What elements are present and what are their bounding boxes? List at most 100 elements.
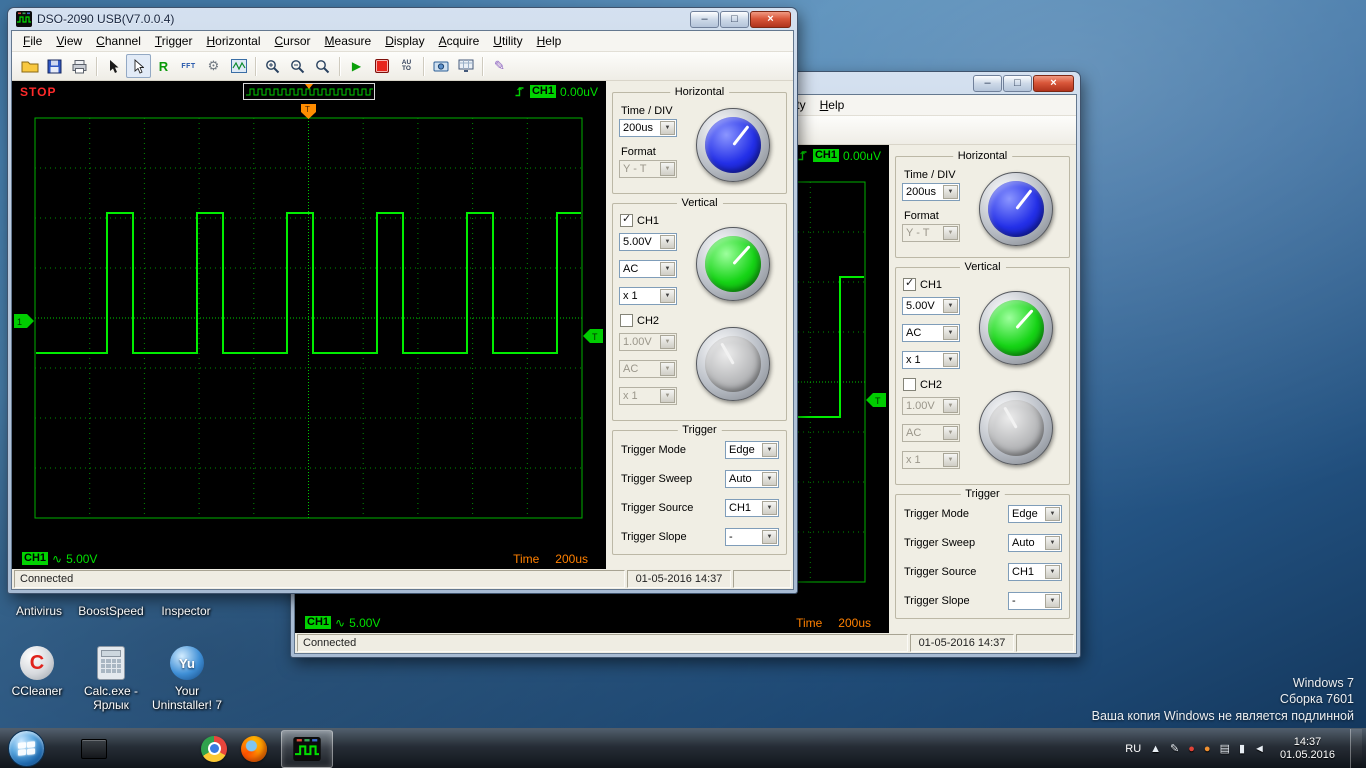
ch1-checkbox[interactable]: CH1 <box>620 214 685 227</box>
ch1-coupling-select[interactable]: AC <box>902 324 960 342</box>
zoom-in-icon[interactable] <box>260 54 285 78</box>
combo-arrow-icon[interactable] <box>762 443 777 457</box>
ch2-checkbox-box[interactable] <box>903 378 916 391</box>
ch1-checkbox[interactable]: CH1 <box>903 278 968 291</box>
ch1-volts-select[interactable]: 5.00V <box>619 233 677 251</box>
ch1-position-knob[interactable] <box>979 291 1053 365</box>
maximize-button[interactable]: □ <box>720 11 749 28</box>
taskbar-clock[interactable]: 14:37 01.05.2016 <box>1274 736 1341 762</box>
time-div-select[interactable]: 200us <box>619 119 677 137</box>
ch1-volts-select[interactable]: 5.00V <box>902 297 960 315</box>
menu-help[interactable]: Help <box>813 96 852 114</box>
menu-measure[interactable]: Measure <box>318 32 379 50</box>
time-div-select[interactable]: 200us <box>902 183 960 201</box>
tray-chevron-icon[interactable]: ▲ <box>1150 743 1161 755</box>
refresh-r-icon[interactable]: R <box>151 54 176 78</box>
stop-acquisition-icon[interactable] <box>369 54 394 78</box>
horizontal-position-knob[interactable] <box>979 172 1053 246</box>
show-desktop-button[interactable] <box>1350 729 1362 768</box>
combo-arrow-icon[interactable] <box>762 501 777 515</box>
maximize-button[interactable]: □ <box>1003 75 1032 92</box>
combo-arrow-icon[interactable] <box>1045 536 1060 550</box>
trigger-slope-select[interactable]: - <box>1008 592 1062 610</box>
combo-arrow-icon[interactable] <box>660 262 675 276</box>
trigger-mode-select[interactable]: Edge <box>725 441 779 459</box>
print-icon[interactable] <box>67 54 92 78</box>
combo-arrow-icon[interactable] <box>943 299 958 313</box>
ch2-checkbox-box[interactable] <box>620 314 633 327</box>
tray-orange-dot-icon[interactable]: ● <box>1204 743 1211 755</box>
menu-file[interactable]: File <box>16 32 49 50</box>
taskbar-pinned-dark-app-icon[interactable] <box>77 732 111 766</box>
trigger-source-select[interactable]: CH1 <box>725 499 779 517</box>
taskbar-firefox-icon[interactable] <box>237 732 271 766</box>
close-button[interactable]: × <box>1033 75 1074 92</box>
menu-acquire[interactable]: Acquire <box>432 32 487 50</box>
desktop-icon-uninstaller[interactable]: Yu Your Uninstaller! 7 <box>142 646 232 712</box>
menu-channel[interactable]: Channel <box>89 32 148 50</box>
waveform-window-icon[interactable] <box>226 54 251 78</box>
ch1-position-knob[interactable] <box>696 227 770 301</box>
cursor-arrow-icon[interactable] <box>101 54 126 78</box>
trigger-slope-select[interactable]: - <box>725 528 779 546</box>
ch2-checkbox[interactable]: CH2 <box>620 314 685 327</box>
combo-arrow-icon[interactable] <box>660 235 675 249</box>
minimize-button[interactable]: – <box>973 75 1002 92</box>
combo-arrow-icon[interactable] <box>943 185 958 199</box>
titlebar[interactable]: DSO-2090 USB(V7.0.0.4) – □ × <box>11 8 794 30</box>
trigger-mode-select[interactable]: Edge <box>1008 505 1062 523</box>
menu-help[interactable]: Help <box>530 32 569 50</box>
trigger-sweep-select[interactable]: Auto <box>725 470 779 488</box>
menu-display[interactable]: Display <box>378 32 431 50</box>
tray-red-dot-icon[interactable]: ● <box>1188 743 1195 755</box>
ch2-checkbox[interactable]: CH2 <box>903 378 968 391</box>
ch1-coupling-select[interactable]: AC <box>619 260 677 278</box>
zoom-out-icon[interactable] <box>285 54 310 78</box>
menu-horizontal[interactable]: Horizontal <box>199 32 267 50</box>
combo-arrow-icon[interactable] <box>660 121 675 135</box>
menu-trigger[interactable]: Trigger <box>148 32 200 50</box>
tray-clipboard-icon[interactable]: ▤ <box>1220 742 1230 755</box>
menu-cursor[interactable]: Cursor <box>268 32 318 50</box>
scope-display[interactable]: T 1 T <box>12 102 606 548</box>
combo-arrow-icon[interactable] <box>660 289 675 303</box>
combo-arrow-icon[interactable] <box>1045 507 1060 521</box>
menu-utility[interactable]: Utility <box>486 32 529 50</box>
tray-pen-icon[interactable]: ✎ <box>1170 742 1179 755</box>
combo-arrow-icon[interactable] <box>1045 565 1060 579</box>
minimize-button[interactable]: – <box>690 11 719 28</box>
menu-view[interactable]: View <box>49 32 89 50</box>
combo-arrow-icon[interactable] <box>943 326 958 340</box>
combo-arrow-icon[interactable] <box>1045 594 1060 608</box>
tray-battery-icon[interactable]: ▮ <box>1239 742 1245 755</box>
close-button[interactable]: × <box>750 11 791 28</box>
taskbar-chrome-icon[interactable] <box>197 732 231 766</box>
settings-gear-icon[interactable]: ⚙ <box>201 54 226 78</box>
language-indicator[interactable]: RU <box>1125 743 1141 755</box>
combo-arrow-icon[interactable] <box>943 353 958 367</box>
trigger-source-select[interactable]: CH1 <box>1008 563 1062 581</box>
desktop-icon-inspector[interactable]: Inspector <box>141 604 231 618</box>
ch1-probe-select[interactable]: x 1 <box>902 351 960 369</box>
ch2-position-knob[interactable] <box>696 327 770 401</box>
color-pen-icon[interactable]: ✎ <box>487 54 512 78</box>
waveform-preview[interactable] <box>243 83 375 100</box>
tray-volume-icon[interactable]: ◄ <box>1254 743 1265 755</box>
start-acquisition-icon[interactable]: ▶ <box>344 54 369 78</box>
display-setup-icon[interactable] <box>453 54 478 78</box>
select-cursor-icon[interactable] <box>126 54 151 78</box>
combo-arrow-icon[interactable] <box>762 530 777 544</box>
ch1-checkbox-box[interactable] <box>620 214 633 227</box>
taskbar-dso-app-button[interactable] <box>281 730 333 768</box>
trigger-sweep-select[interactable]: Auto <box>1008 534 1062 552</box>
combo-arrow-icon[interactable] <box>762 472 777 486</box>
dso-window-front[interactable]: DSO-2090 USB(V7.0.0.4) – □ × File View C… <box>8 8 797 593</box>
fft-icon[interactable]: FFT <box>176 54 201 78</box>
screenshot-icon[interactable] <box>428 54 453 78</box>
open-file-icon[interactable] <box>17 54 42 78</box>
ch1-checkbox-box[interactable] <box>903 278 916 291</box>
autoset-icon[interactable]: AUTO <box>394 54 419 78</box>
ch1-probe-select[interactable]: x 1 <box>619 287 677 305</box>
start-button[interactable] <box>8 730 45 767</box>
save-icon[interactable] <box>42 54 67 78</box>
